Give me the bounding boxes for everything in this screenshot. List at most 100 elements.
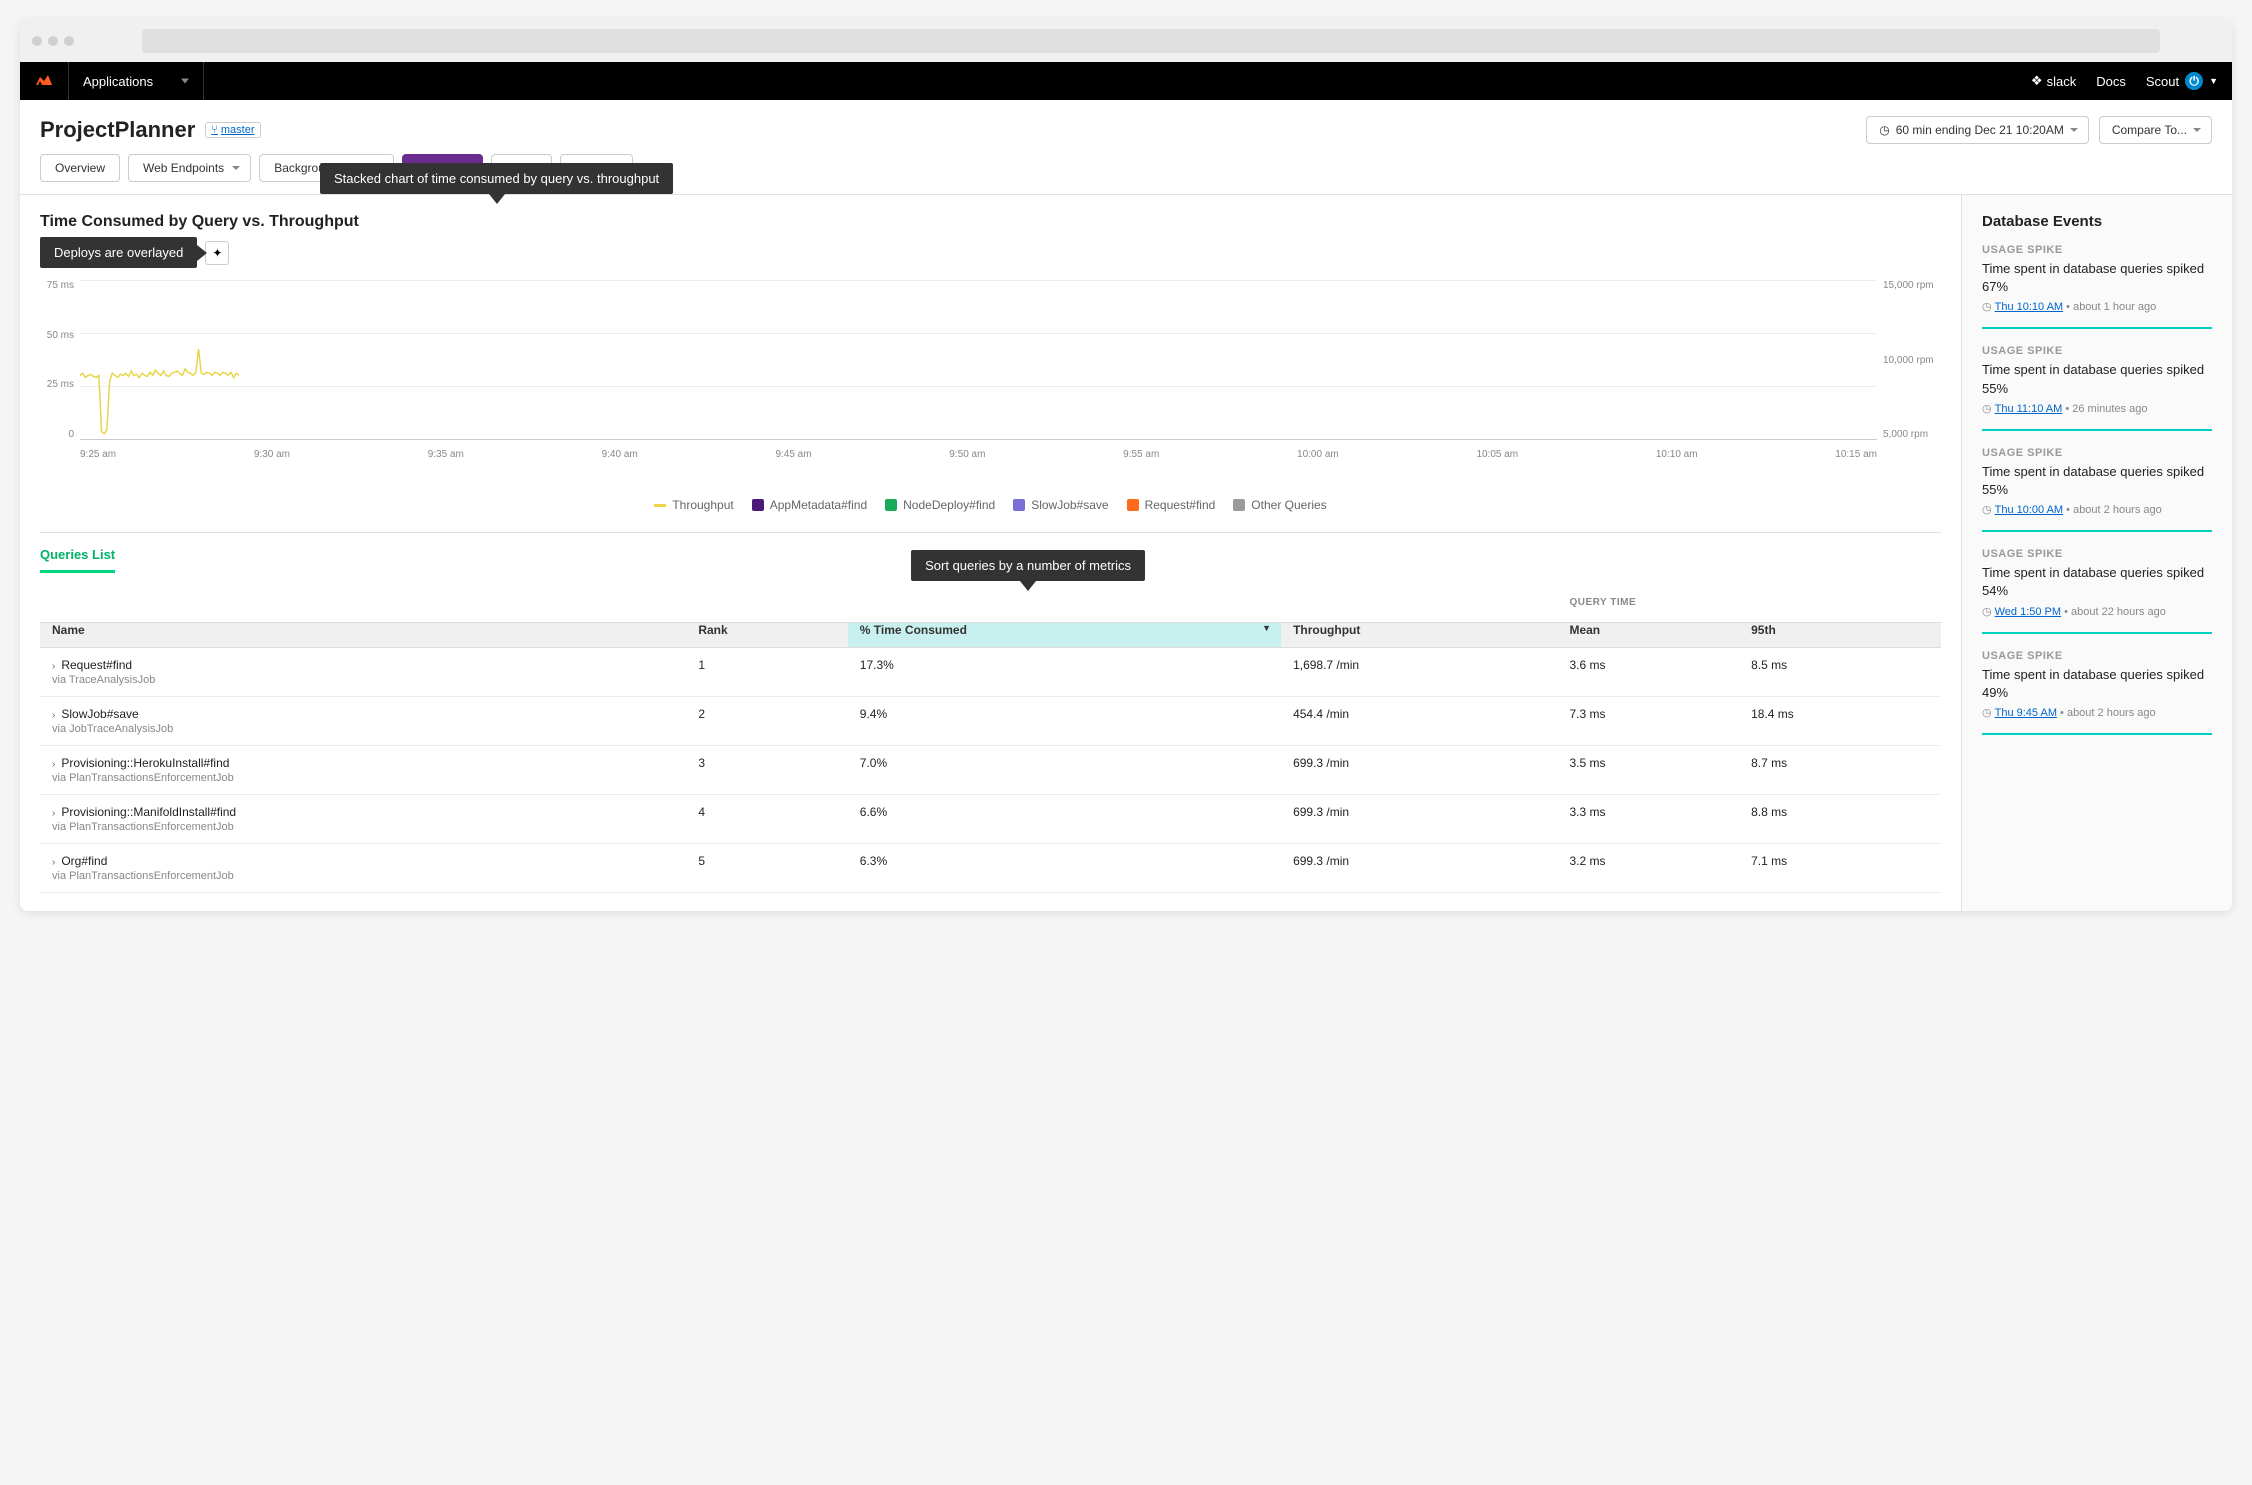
col-pct-time[interactable]: % Time Consumed bbox=[848, 623, 1281, 648]
callout-chart: Stacked chart of time consumed by query … bbox=[320, 163, 673, 194]
main-column: Time Consumed by Query vs. Throughput St… bbox=[20, 195, 1962, 911]
event-type: USAGE SPIKE bbox=[1982, 244, 2212, 256]
chart-plot[interactable] bbox=[80, 280, 1877, 440]
event-time-link[interactable]: Thu 9:45 AM bbox=[1995, 707, 2057, 719]
query-time-group-label: QUERY TIME bbox=[1569, 589, 1941, 612]
legend-swatch bbox=[654, 504, 666, 507]
clock-icon bbox=[1982, 707, 1995, 719]
x-tick: 9:40 am bbox=[602, 449, 638, 460]
compare-dropdown[interactable]: Compare To... bbox=[2099, 116, 2212, 144]
table-row[interactable]: ›Request#findvia TraceAnalysisJob117.3%1… bbox=[40, 648, 1941, 697]
query-name: Provisioning::ManifoldInstall#find bbox=[61, 805, 236, 819]
x-tick: 10:05 am bbox=[1476, 449, 1518, 460]
table-row[interactable]: ›Provisioning::HerokuInstall#findvia Pla… bbox=[40, 746, 1941, 795]
legend-swatch bbox=[1127, 499, 1139, 511]
scout-label: Scout bbox=[2146, 74, 2179, 89]
x-tick: 10:10 am bbox=[1656, 449, 1698, 460]
event-time-link[interactable]: Thu 10:00 AM bbox=[1995, 504, 2064, 516]
col-mean[interactable]: Mean bbox=[1557, 623, 1739, 648]
cell-pct: 7.0% bbox=[848, 746, 1281, 795]
chevron-down-icon: ▼ bbox=[2209, 76, 2218, 86]
branch-tag[interactable]: ⑂ master bbox=[205, 122, 260, 138]
event-meta: Thu 11:10 AM • 26 minutes ago bbox=[1982, 402, 2212, 415]
header-right: ◷ 60 min ending Dec 21 10:20AM Compare T… bbox=[1866, 116, 2212, 144]
app-name: ProjectPlanner bbox=[40, 117, 195, 143]
user-menu[interactable]: Scout ⏻ ▼ bbox=[2146, 72, 2218, 90]
clock-icon bbox=[1982, 504, 1995, 516]
window-dots bbox=[32, 36, 74, 46]
cell-p95: 18.4 ms bbox=[1739, 697, 1941, 746]
cell-rank: 3 bbox=[686, 746, 847, 795]
callout-sort: Sort queries by a number of metrics bbox=[911, 550, 1145, 581]
legend-label: Other Queries bbox=[1251, 498, 1326, 512]
header-row: ProjectPlanner ⑂ master ◷ 60 min ending … bbox=[20, 100, 2232, 154]
col-rank[interactable]: Rank bbox=[686, 623, 847, 648]
slack-link[interactable]: ❖ slack bbox=[2031, 73, 2076, 89]
url-bar[interactable] bbox=[142, 29, 2160, 53]
legend-item[interactable]: Other Queries bbox=[1233, 498, 1326, 512]
legend-item[interactable]: AppMetadata#find bbox=[752, 498, 867, 512]
window-dot[interactable] bbox=[48, 36, 58, 46]
power-icon: ⏻ bbox=[2185, 72, 2203, 90]
tab-overview[interactable]: Overview bbox=[40, 154, 120, 182]
clock-icon: ◷ bbox=[1879, 123, 1889, 137]
y-tick: 5,000 rpm bbox=[1883, 429, 1941, 440]
sidebar-title: Database Events bbox=[1982, 213, 2212, 230]
legend-swatch bbox=[1013, 499, 1025, 511]
x-tick: 9:35 am bbox=[428, 449, 464, 460]
time-range-picker[interactable]: ◷ 60 min ending Dec 21 10:20AM bbox=[1866, 116, 2089, 144]
col-name[interactable]: Name bbox=[40, 623, 686, 648]
event-item[interactable]: USAGE SPIKETime spent in database querie… bbox=[1982, 345, 2212, 430]
event-item[interactable]: USAGE SPIKE Time spent in database querie… bbox=[1982, 244, 2212, 329]
queries-list-tab[interactable]: Queries List bbox=[40, 547, 115, 573]
main-grid: Time Consumed by Query vs. Throughput St… bbox=[20, 194, 2232, 911]
legend-item[interactable]: NodeDeploy#find bbox=[885, 498, 995, 512]
table-row[interactable]: ›SlowJob#savevia JobTraceAnalysisJob29.4… bbox=[40, 697, 1941, 746]
event-text: Time spent in database queries spiked 67… bbox=[1982, 260, 2212, 296]
query-name: Request#find bbox=[61, 658, 132, 672]
tab-web-endpoints[interactable]: Web Endpoints bbox=[128, 154, 251, 182]
event-time-link[interactable]: Wed 1:50 PM bbox=[1995, 606, 2061, 618]
cell-rank: 2 bbox=[686, 697, 847, 746]
cell-rank: 1 bbox=[686, 648, 847, 697]
legend-label: Request#find bbox=[1145, 498, 1216, 512]
expand-icon[interactable]: › bbox=[52, 661, 55, 672]
col-throughput[interactable]: Throughput bbox=[1281, 623, 1557, 648]
legend-item[interactable]: SlowJob#save bbox=[1013, 498, 1108, 512]
event-meta: Thu 10:10 AM • about 1 hour ago bbox=[1982, 300, 2212, 313]
event-time-link[interactable]: Thu 10:10 AM bbox=[1995, 301, 2064, 313]
logo-icon[interactable] bbox=[20, 71, 68, 92]
cell-throughput: 454.4 /min bbox=[1281, 697, 1557, 746]
event-item[interactable]: USAGE SPIKETime spent in database querie… bbox=[1982, 548, 2212, 633]
clock-icon bbox=[1982, 301, 1995, 313]
event-time-link[interactable]: Thu 11:10 AM bbox=[1995, 403, 2063, 415]
deploy-marker-toggle[interactable]: ✦ bbox=[205, 241, 229, 265]
legend-label: SlowJob#save bbox=[1031, 498, 1108, 512]
expand-icon[interactable]: › bbox=[52, 710, 55, 721]
expand-icon[interactable]: › bbox=[52, 857, 55, 868]
table-row[interactable]: ›Org#findvia PlanTransactionsEnforcement… bbox=[40, 844, 1941, 893]
x-tick: 10:00 am bbox=[1297, 449, 1339, 460]
expand-icon[interactable]: › bbox=[52, 759, 55, 770]
cell-mean: 3.2 ms bbox=[1557, 844, 1739, 893]
applications-dropdown[interactable]: Applications bbox=[68, 62, 204, 100]
col-95th[interactable]: 95th bbox=[1739, 623, 1941, 648]
cell-pct: 6.6% bbox=[848, 795, 1281, 844]
expand-icon[interactable]: › bbox=[52, 808, 55, 819]
legend-swatch bbox=[1233, 499, 1245, 511]
table-row[interactable]: › Provisioning::ManifoldInstall#findvia P… bbox=[40, 795, 1941, 844]
event-item[interactable]: USAGE SPIKETime spent in database querie… bbox=[1982, 447, 2212, 532]
legend-label: NodeDeploy#find bbox=[903, 498, 995, 512]
legend-item[interactable]: Throughput bbox=[654, 498, 733, 512]
cell-throughput: 1,698.7 /min bbox=[1281, 648, 1557, 697]
x-tick: 9:30 am bbox=[254, 449, 290, 460]
window-dot[interactable] bbox=[64, 36, 74, 46]
query-source: via PlanTransactionsEnforcementJob bbox=[52, 821, 674, 833]
cell-rank: 4 bbox=[686, 795, 847, 844]
legend-label: AppMetadata#find bbox=[770, 498, 867, 512]
docs-link[interactable]: Docs bbox=[2096, 74, 2126, 89]
window-dot[interactable] bbox=[32, 36, 42, 46]
event-item[interactable]: USAGE SPIKETime spent in database querie… bbox=[1982, 650, 2212, 735]
legend-item[interactable]: Request#find bbox=[1127, 498, 1216, 512]
compare-label: Compare To... bbox=[2112, 123, 2187, 137]
